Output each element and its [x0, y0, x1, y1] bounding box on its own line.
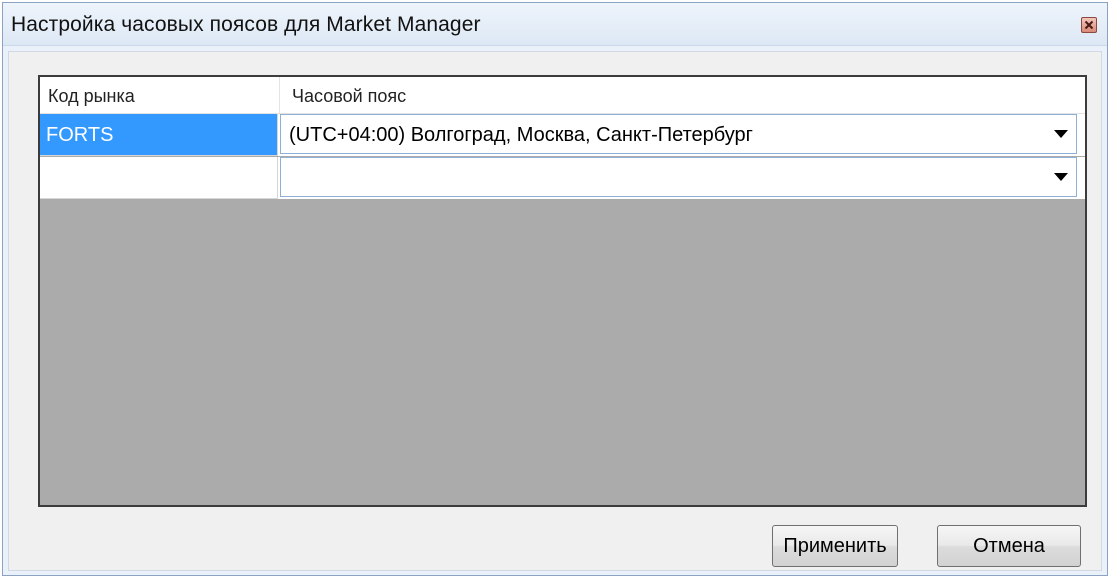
chevron-down-icon[interactable]: [1054, 130, 1068, 138]
grid-header: Код рынка Часовой пояс: [40, 77, 1085, 114]
timezone-combobox[interactable]: [280, 157, 1077, 197]
close-icon: [1084, 20, 1094, 30]
timezone-value: (UTC+04:00) Волгоград, Москва, Санкт-Пет…: [289, 124, 753, 146]
market-code-cell[interactable]: [40, 157, 278, 199]
timezone-combobox[interactable]: (UTC+04:00) Волгоград, Москва, Санкт-Пет…: [280, 114, 1077, 154]
chevron-down-icon[interactable]: [1054, 173, 1068, 181]
dialog-window: Настройка часовых поясов для Market Mana…: [2, 2, 1108, 576]
column-header-market-code[interactable]: Код рынка: [40, 77, 280, 113]
timezone-grid: Код рынка Часовой пояс FORTS (UTC+04:00)…: [38, 75, 1087, 507]
title-bar[interactable]: Настройка часовых поясов для Market Mana…: [3, 3, 1107, 46]
close-button[interactable]: [1081, 17, 1097, 33]
grid-row[interactable]: [40, 157, 1085, 199]
grid-empty-area: [40, 200, 1085, 505]
window-title: Настройка часовых поясов для Market Mana…: [11, 13, 481, 36]
apply-button[interactable]: Применить: [772, 525, 898, 567]
market-code-cell[interactable]: FORTS: [40, 114, 278, 156]
cancel-button[interactable]: Отмена: [937, 525, 1081, 567]
grid-row[interactable]: FORTS (UTC+04:00) Волгоград, Москва, Сан…: [40, 114, 1085, 156]
dialog-client-area: Код рынка Часовой пояс FORTS (UTC+04:00)…: [8, 51, 1102, 571]
column-header-timezone[interactable]: Часовой пояс: [280, 77, 1085, 113]
